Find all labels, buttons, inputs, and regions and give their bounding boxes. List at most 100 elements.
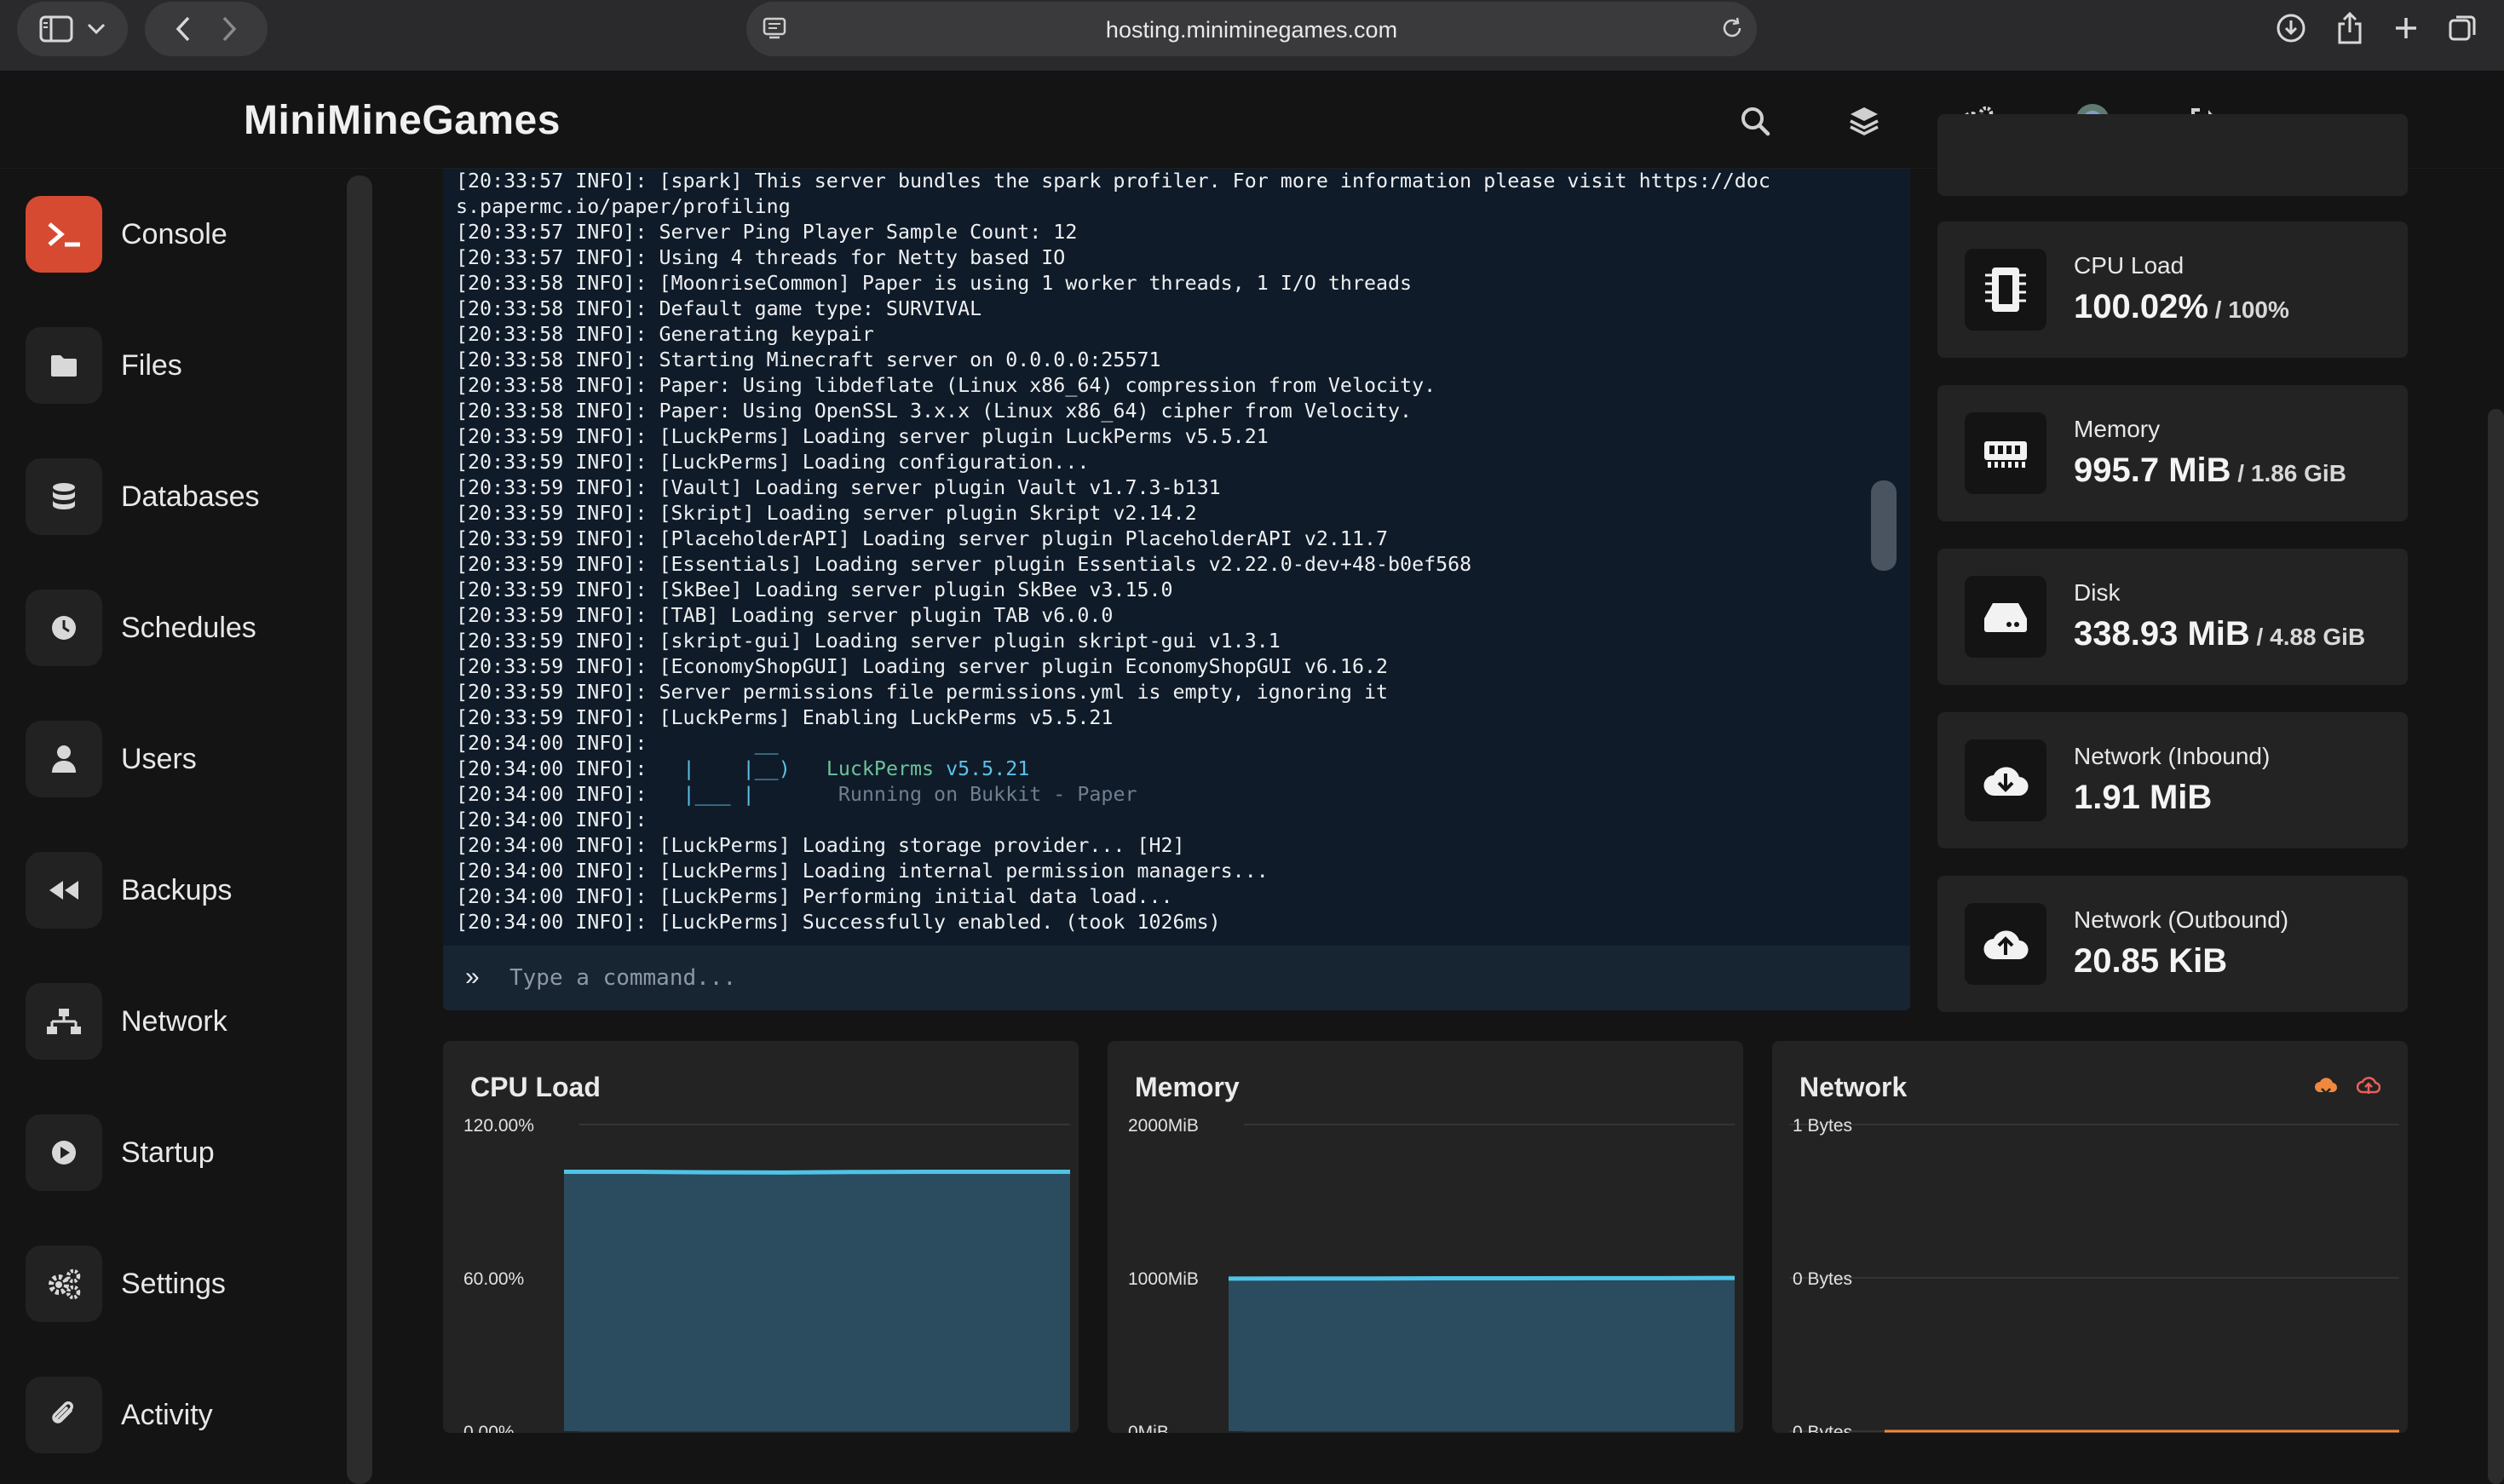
sidebar-scrollbar[interactable] xyxy=(347,175,372,1484)
cogs-icon xyxy=(26,1245,102,1322)
stat-card-memory: Memory 995.7 MiB / 1.86 GiB xyxy=(1937,385,2408,521)
downloads-icon[interactable] xyxy=(2276,13,2306,43)
browser-actions xyxy=(2276,0,2504,56)
stat-value: 100.02% / 100% xyxy=(2074,288,2289,326)
y-tick-label: 0.00% xyxy=(463,1423,515,1433)
series-line xyxy=(564,1170,1070,1175)
stat-card-network-inbound: Network (Inbound) 1.91 MiB xyxy=(1937,712,2408,848)
cloud-download-icon xyxy=(1965,739,2046,821)
log-line: [20:33:57 INFO]: Server Ping Player Samp… xyxy=(456,221,1078,244)
stat-label: Disk xyxy=(2074,579,2121,606)
sidebar-item-label: Network xyxy=(121,1004,227,1038)
sidebar-item-settings[interactable]: Settings xyxy=(26,1245,332,1322)
share-icon[interactable] xyxy=(2335,11,2364,45)
console-scrollbar-thumb[interactable] xyxy=(1871,480,1897,571)
log-line: [20:33:58 INFO]: Default game type: SURV… xyxy=(456,297,982,320)
forward-icon[interactable] xyxy=(221,15,238,43)
y-tick-label: 1000MiB xyxy=(1128,1269,1199,1289)
terminal-icon xyxy=(26,196,102,273)
rewind-icon xyxy=(26,852,102,929)
network-icon xyxy=(26,983,102,1060)
network-chart: Network 1 Bytes 0 Bytes 0 Bytes xyxy=(1772,1041,2408,1433)
stat-value: 20.85 KiB xyxy=(2074,942,2227,981)
log-line: [20:33:57 INFO]: Using 4 threads for Net… xyxy=(456,246,1066,269)
page-scrollbar[interactable] xyxy=(2488,409,2504,1484)
stat-current: 1.91 MiB xyxy=(2074,779,2213,816)
stat-card-disk: Disk 338.93 MiB / 4.88 GiB xyxy=(1937,549,2408,685)
series-area xyxy=(564,1171,1070,1431)
log-line: [20:33:58 INFO]: Starting Minecraft serv… xyxy=(456,348,1161,371)
command-bar: » xyxy=(443,946,1910,1010)
stat-value: 995.7 MiB / 1.86 GiB xyxy=(2074,452,2346,490)
log-line: [20:34:00 INFO]: | |__) LuckPerms v5.5.2… xyxy=(456,757,1030,780)
y-tick-label: 0 Bytes xyxy=(1793,1423,1852,1433)
y-tick-label: 2000MiB xyxy=(1128,1116,1199,1136)
sidebar-item-databases[interactable]: Databases xyxy=(26,458,332,535)
log-line: [20:34:00 INFO]: [LuckPerms] Successfull… xyxy=(456,911,1221,934)
sidebar-item-label: Schedules xyxy=(121,611,256,644)
log-line: [20:33:59 INFO]: [LuckPerms] Loading ser… xyxy=(456,425,1269,448)
log-line: [20:33:58 INFO]: Paper: Using libdeflate… xyxy=(456,374,1436,397)
log-line: [20:33:59 INFO]: [Skript] Loading server… xyxy=(456,502,1197,525)
sidebar-item-files[interactable]: Files xyxy=(26,327,332,404)
console-output[interactable]: [20:33:57 INFO]: [spark] This server bun… xyxy=(443,169,1910,946)
log-line: [20:33:58 INFO]: Generating keypair xyxy=(456,323,874,346)
log-line: s.papermc.io/paper/profiling xyxy=(456,195,791,218)
sidebar-item-startup[interactable]: Startup xyxy=(26,1114,332,1191)
search-icon[interactable] xyxy=(1736,102,1774,140)
y-tick-label: 0MiB xyxy=(1128,1423,1169,1433)
reload-icon[interactable] xyxy=(1719,15,1745,45)
network-chart-plot: 1 Bytes 0 Bytes 0 Bytes xyxy=(1789,1116,2399,1433)
command-input[interactable] xyxy=(509,958,1873,998)
user-icon xyxy=(26,721,102,797)
new-tab-icon[interactable] xyxy=(2393,15,2419,41)
log-line: [20:33:59 INFO]: [LuckPerms] Loading con… xyxy=(456,451,1090,474)
stat-label: CPU Load xyxy=(2074,252,2185,279)
y-tick-label: 120.00% xyxy=(463,1116,534,1136)
y-tick-label: 60.00% xyxy=(463,1269,524,1289)
stat-label: Network (Inbound) xyxy=(2074,743,2271,769)
sidebar-item-users[interactable]: Users xyxy=(26,721,332,797)
sidebar-toggle-icon[interactable] xyxy=(39,14,73,43)
sidebar-toggle-group[interactable] xyxy=(17,2,128,56)
tab-overview-icon[interactable] xyxy=(2448,13,2478,43)
layers-icon[interactable] xyxy=(1845,102,1883,140)
sidebar-item-label: Settings xyxy=(121,1267,226,1300)
log-line: [20:33:59 INFO]: Server permissions file… xyxy=(456,681,1389,704)
browser-toolbar: hosting.miniminegames.com xyxy=(0,0,2504,72)
sidebar-item-label: Activity xyxy=(121,1398,213,1431)
stat-card-partial xyxy=(1937,114,2408,196)
stat-value: 1.91 MiB xyxy=(2074,779,2212,817)
sidebar-item-label: Backups xyxy=(121,873,233,906)
sidebar-item-console[interactable]: Console xyxy=(26,196,332,273)
log-line: [20:33:58 INFO]: [MoonriseCommon] Paper … xyxy=(456,272,1413,295)
cpu-chip-icon xyxy=(1965,249,2046,331)
hard-drive-icon xyxy=(1965,576,2046,658)
stat-current: 338.93 MiB xyxy=(2074,615,2250,653)
cloud-upload-icon xyxy=(1965,903,2046,985)
address-bar[interactable]: hosting.miniminegames.com xyxy=(746,2,1757,56)
stat-current: 100.02% xyxy=(2074,288,2208,325)
url-text[interactable]: hosting.miniminegames.com xyxy=(746,17,1757,43)
brand-name[interactable]: MiniMineGames xyxy=(244,97,561,144)
sidebar-item-schedules[interactable]: Schedules xyxy=(26,590,332,666)
database-icon xyxy=(26,458,102,535)
sidebar: Console Files Databases Schedules Users … xyxy=(0,169,375,1484)
stat-card-network-outbound: Network (Outbound) 20.85 KiB xyxy=(1937,876,2408,1012)
back-icon[interactable] xyxy=(175,15,192,43)
series-area xyxy=(1229,1278,1735,1431)
stat-label: Network (Outbound) xyxy=(2074,906,2289,933)
sidebar-item-backups[interactable]: Backups xyxy=(26,852,332,929)
sidebar-item-network[interactable]: Network xyxy=(26,983,332,1060)
history-nav-group xyxy=(145,2,268,56)
stat-max: / 1.86 GiB xyxy=(2231,460,2346,486)
stat-label: Memory xyxy=(2074,416,2161,442)
log-line: [20:34:00 INFO]: [LuckPerms] Loading sto… xyxy=(456,834,1185,857)
log-line: [20:33:57 INFO]: [spark] This server bun… xyxy=(456,170,1770,193)
sidebar-item-activity[interactable]: Activity xyxy=(26,1377,332,1453)
chevron-down-icon[interactable] xyxy=(87,23,106,35)
y-tick-label: 0 Bytes xyxy=(1793,1269,1852,1289)
log-line: [20:34:00 INFO]: __ xyxy=(456,732,779,755)
log-line: [20:34:00 INFO]: [LuckPerms] Loading int… xyxy=(456,860,1269,883)
stat-current: 20.85 KiB xyxy=(2074,942,2228,980)
